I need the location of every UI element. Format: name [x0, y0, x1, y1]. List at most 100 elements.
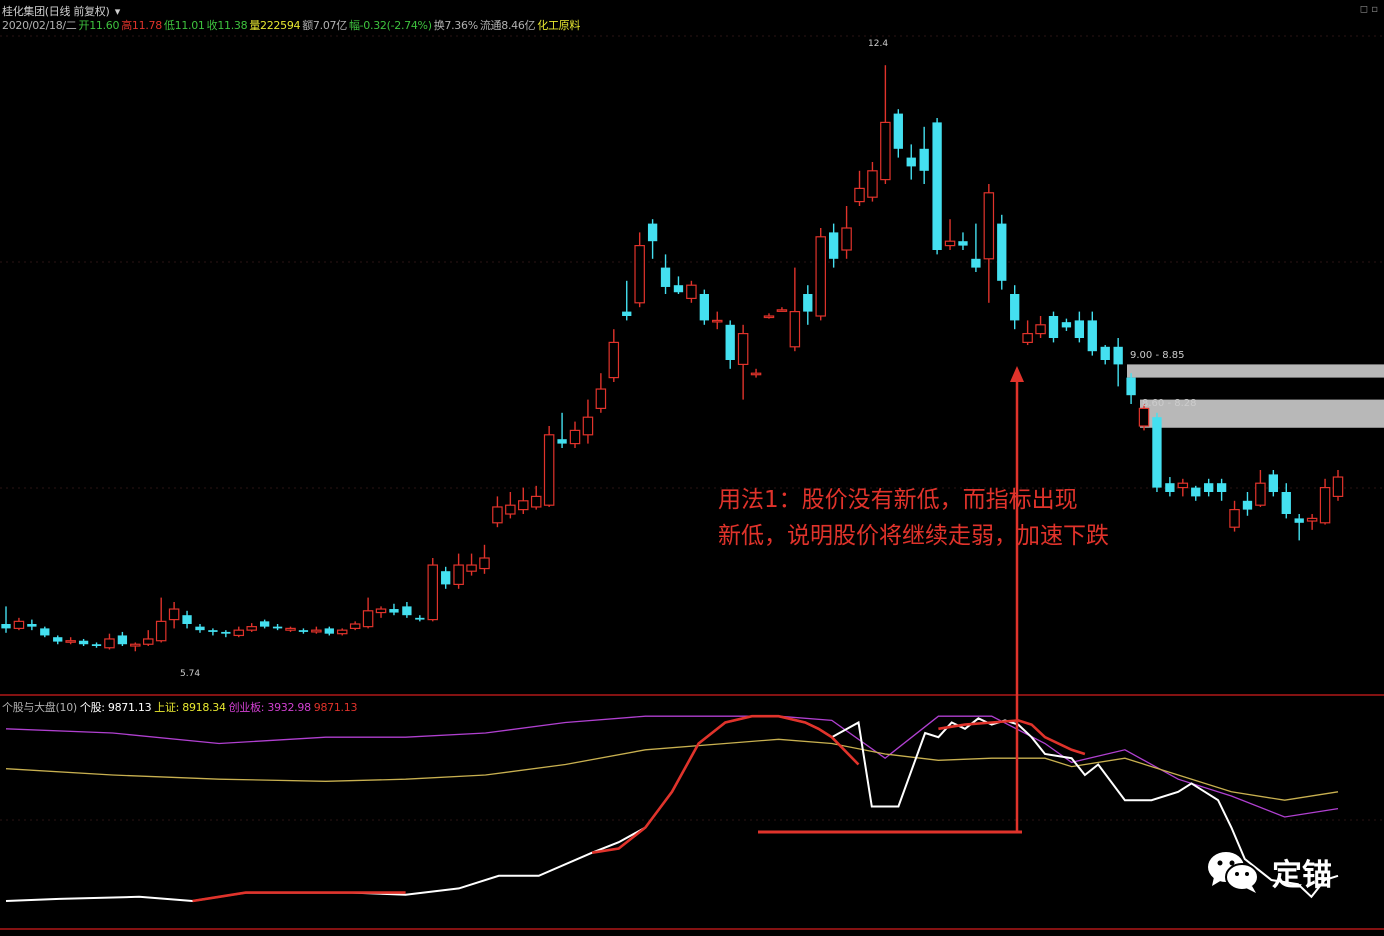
candle-body	[557, 439, 567, 444]
candle-body	[441, 571, 451, 585]
candle-body	[27, 624, 37, 627]
watermark: 定锚	[1206, 850, 1332, 894]
zone1-label: 9.00 - 8.85	[1130, 350, 1185, 361]
candle-body	[673, 285, 684, 293]
candle-body	[660, 267, 671, 287]
candle-body	[1113, 346, 1123, 365]
candle-body	[117, 635, 128, 645]
candle-body	[427, 564, 439, 621]
candle-body	[1035, 324, 1046, 335]
candle-body	[1319, 487, 1331, 524]
readout-item: 收11.38	[206, 19, 248, 32]
candle-body	[543, 434, 555, 506]
candle-body	[1, 624, 11, 629]
readout-item: 额7.07亿	[302, 19, 347, 32]
candle-body	[1177, 482, 1189, 489]
candle-body	[40, 628, 50, 636]
readout-item: 低11.01	[163, 19, 205, 32]
candle-body	[453, 564, 464, 585]
watermark-text: 定锚	[1272, 858, 1332, 893]
candle-body	[763, 315, 775, 319]
annotation-line-2: 新低，说明股价将继续走弱，加速下跌	[718, 523, 1109, 549]
candle-body	[466, 564, 477, 572]
indicator-readout: 个股与大盘(10) 个股: 9871.13 上证: 8918.34 创业板: 3932…	[2, 699, 360, 715]
candle-body	[402, 606, 412, 616]
zone2-label: 8.60 - 8.28	[1142, 398, 1197, 409]
candle-body	[479, 557, 490, 570]
indicator-readout-item: 9871.13	[313, 701, 358, 714]
candle-body	[932, 122, 942, 250]
candle-body	[971, 258, 981, 268]
candle-body	[155, 620, 167, 642]
candle-body	[375, 608, 387, 614]
candle-body	[1255, 482, 1266, 506]
candle-body	[1281, 492, 1291, 514]
indicator-readout-item: 个股: 9871.13	[79, 701, 152, 714]
indicator-readout-item: 创业板: 3932.98	[228, 701, 311, 714]
low-price-label: 5.74	[180, 669, 200, 679]
candle-body	[815, 236, 826, 317]
candle-body	[492, 506, 503, 524]
candle-body	[1306, 517, 1318, 522]
candle-body	[259, 621, 270, 627]
annotation-text: 用法1：股价没有新低，而指标出现 新低，说明股价将继续走弱，加速下跌	[718, 482, 1109, 554]
candle-body	[246, 626, 257, 631]
annotation-line-1: 用法1：股价没有新低，而指标出现	[718, 487, 1078, 513]
candle-body	[298, 630, 309, 632]
candle	[997, 214, 1007, 290]
candle-body	[1100, 346, 1110, 360]
candle-body	[221, 631, 231, 634]
candle-body	[595, 388, 607, 410]
candle-body	[997, 223, 1007, 281]
candle-body	[324, 628, 334, 634]
candle-body	[518, 500, 529, 511]
candle	[1152, 412, 1162, 492]
candle-body	[893, 113, 903, 149]
readout-item: 高11.78	[121, 19, 162, 32]
candle-body	[130, 643, 141, 647]
candle-body	[1022, 333, 1033, 344]
candle-body	[854, 187, 865, 203]
readout-item: 幅-0.32(-2.74%)	[348, 19, 432, 32]
candle-body	[1204, 483, 1214, 492]
candle-body	[944, 240, 956, 247]
high-price-label: 12.4	[868, 39, 888, 49]
candle-body	[906, 157, 916, 167]
candle-body	[1165, 483, 1175, 492]
candle-body	[182, 615, 192, 624]
candle-body	[1048, 316, 1059, 338]
candle-body	[1268, 474, 1278, 492]
candle-body	[582, 416, 594, 436]
candle-body	[686, 284, 697, 300]
candle-body	[828, 232, 839, 259]
candle	[815, 228, 826, 321]
candle	[427, 558, 439, 622]
candle	[543, 426, 555, 507]
candle-body	[389, 609, 399, 613]
window-controls[interactable]: ◻ ▫	[1360, 4, 1378, 15]
candle-body	[1087, 320, 1097, 352]
candle	[1048, 311, 1059, 343]
readout-item: 2020/02/18/二	[2, 19, 77, 32]
candle-body	[104, 638, 115, 649]
readout-item: 流通8.46亿	[479, 19, 536, 32]
candle-body	[608, 341, 620, 379]
readout-item: 化工原料	[537, 19, 581, 32]
candle-body	[1061, 322, 1072, 328]
candle-body	[919, 148, 929, 171]
candle-body	[1138, 407, 1150, 427]
candle-body	[505, 504, 516, 515]
indicator-readout-item: 上证: 8918.34	[154, 701, 226, 714]
candle-body	[1242, 500, 1253, 510]
candle-body	[958, 241, 968, 246]
candle-body	[91, 644, 102, 646]
readout-item: 换7.36%	[433, 19, 478, 32]
wechat-icon	[1208, 852, 1259, 893]
candle-body	[789, 311, 801, 348]
candle-body	[530, 495, 542, 508]
chart-canvas: 12.4 5.74 9.00 - 8.85 8.60 - 8.28	[0, 0, 1384, 936]
candle	[932, 118, 942, 255]
candle-body	[880, 121, 891, 181]
ohlc-readout: 2020/02/18/二 开11.60 高11.78 低11.01 收11.38 量222…	[2, 17, 582, 33]
candle-body	[803, 294, 813, 312]
